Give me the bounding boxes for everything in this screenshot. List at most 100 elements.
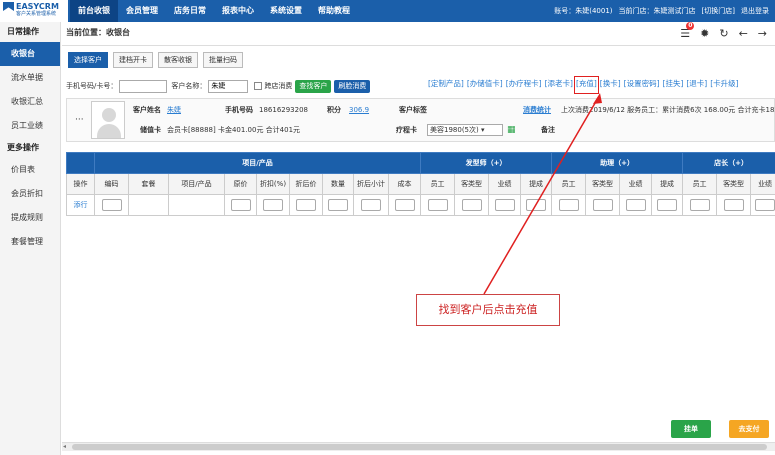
subtotal-input[interactable] <box>361 199 381 211</box>
group-stylist[interactable]: 发型师（+） <box>420 152 553 174</box>
customer-name-link[interactable]: 朱婕 <box>167 101 181 119</box>
code-input[interactable] <box>101 199 122 211</box>
back-arrow-icon[interactable]: ← <box>739 27 748 40</box>
user-info: 账号：朱婕(4001) 当前门店：朱婕测试门店 [切换门店] 退出登录 <box>554 0 769 22</box>
sidebar-item-price-list[interactable]: 价目表 <box>0 158 60 182</box>
horizontal-scrollbar[interactable]: ◂ <box>62 442 775 451</box>
link-open-stored-card[interactable]: [办储值卡] <box>467 78 503 92</box>
link-report-loss[interactable]: [挂失] <box>663 78 684 92</box>
forward-arrow-icon[interactable]: → <box>758 27 767 40</box>
nav-cashier[interactable]: 前台收银 <box>70 0 118 22</box>
group-assistant[interactable]: 助理（+） <box>551 152 684 174</box>
cashier-tabs: 选择客户 建档开卡 散客收银 批量扫码 <box>68 52 243 68</box>
notification-count: 0 <box>686 21 695 30</box>
course-card-add-icon[interactable]: ▦ <box>507 121 516 139</box>
manager-staff-input[interactable] <box>689 199 710 211</box>
assistant-staff-input[interactable] <box>558 199 579 211</box>
link-recharge[interactable]: [充值] <box>573 76 599 94</box>
nav-help[interactable]: 帮助教程 <box>310 0 358 22</box>
checkout-button[interactable]: 去支付 <box>729 420 769 438</box>
group-blank <box>66 152 95 174</box>
original-price-input[interactable] <box>230 199 251 211</box>
logo: EASYCRM 客户关系管理系统 <box>0 0 68 22</box>
toolbar-icons: ☰ 0 ✹ ↻ ← → <box>680 21 767 41</box>
tab-select-customer[interactable]: 选择客户 <box>68 52 108 68</box>
item-cell[interactable] <box>168 194 225 216</box>
refresh-icon[interactable]: ↻ <box>719 27 728 40</box>
group-item-product: 项目/产品 <box>93 152 422 174</box>
divider <box>62 45 775 46</box>
discounted-price-input[interactable] <box>296 199 316 211</box>
sidebar-item-member-discount[interactable]: 会员折扣 <box>0 182 60 206</box>
assistant-customer-type-input[interactable] <box>592 199 613 211</box>
sidebar-item-package-management[interactable]: 套餐管理 <box>0 230 60 254</box>
col-subtotal: 折后小计 <box>353 173 389 195</box>
sidebar-item-flow-bills[interactable]: 流水单据 <box>0 66 60 90</box>
find-customer-button[interactable]: 查找客户 <box>295 79 332 93</box>
course-card-select[interactable]: 美容1980(5次) ▾ <box>427 124 503 136</box>
stored-card-label: 储值卡 <box>140 126 161 134</box>
assistant-performance-input[interactable] <box>625 199 646 211</box>
link-add-old-card[interactable]: [添老卡] <box>545 78 573 92</box>
customer-name-input[interactable] <box>208 79 249 93</box>
phone-value: 18616293208 <box>259 106 308 114</box>
cross-store-label: 跨店消费 <box>264 82 293 90</box>
link-open-course-card[interactable]: [办疗程卡] <box>506 78 542 92</box>
gear-icon[interactable]: ✹ <box>700 27 709 40</box>
nav-reports[interactable]: 报表中心 <box>214 0 262 22</box>
nav-settings[interactable]: 系统设置 <box>262 0 310 22</box>
quantity-input[interactable] <box>328 199 348 211</box>
logout-link[interactable]: 退出登录 <box>741 0 769 22</box>
sidebar-item-cashier[interactable]: 收银台 <box>0 42 60 66</box>
discount-input[interactable] <box>263 199 283 211</box>
link-return-card[interactable]: [退卡] <box>686 78 707 92</box>
stylist-performance-input[interactable] <box>494 199 515 211</box>
stylist-commission-input[interactable] <box>526 199 547 211</box>
col-manager-staff: 员工 <box>682 173 718 195</box>
tab-create-card[interactable]: 建档开卡 <box>113 52 153 68</box>
account-label: 账号：朱婕(4001) <box>554 7 613 15</box>
link-set-password[interactable]: [设置密码] <box>624 78 660 92</box>
main-content: 当前位置：收银台 ☰ 0 ✹ ↻ ← → 选择客户 建档开卡 散客收银 批量扫码 … <box>62 21 775 455</box>
scroll-left-icon[interactable]: ◂ <box>63 443 66 450</box>
nav-members[interactable]: 会员管理 <box>118 0 166 22</box>
hold-order-button[interactable]: 挂单 <box>671 420 711 438</box>
phone-label: 手机号码 <box>225 106 253 114</box>
consumption-stats-link[interactable]: 消费统计 <box>523 101 551 119</box>
cost-input[interactable] <box>394 199 415 211</box>
stylist-staff-input[interactable] <box>427 199 448 211</box>
col-manager-performance: 业绩 <box>750 173 775 195</box>
sidebar-item-staff-performance[interactable]: 员工业绩 <box>0 114 60 138</box>
points-value[interactable]: 306.9 <box>349 101 369 119</box>
grid-group-header: 项目/产品 发型师（+） 助理（+） 店长（+） <box>66 152 775 174</box>
link-upgrade-card[interactable]: [卡升级] <box>710 78 738 92</box>
assistant-commission-input[interactable] <box>657 199 678 211</box>
course-card-selected: 美容1980(5次) <box>430 126 479 134</box>
col-assistant-commission: 提成 <box>651 173 684 195</box>
more-dots[interactable]: ··· <box>75 115 84 125</box>
link-custom-product[interactable]: [定制产品] <box>428 78 464 92</box>
face-pay-button[interactable]: 刷脸消费 <box>334 79 371 93</box>
points-label: 积分 <box>327 106 341 114</box>
phone-input[interactable] <box>119 79 168 93</box>
cross-store-checkbox[interactable] <box>254 82 263 90</box>
scrollbar-thumb[interactable] <box>72 444 767 450</box>
col-original-price: 原价 <box>224 173 257 195</box>
switch-store-link[interactable]: [切换门店] <box>702 0 735 22</box>
sidebar-item-cash-summary[interactable]: 收银汇总 <box>0 90 60 114</box>
tab-walkin-cashier[interactable]: 散客收银 <box>158 52 198 68</box>
tab-batch-scan[interactable]: 批量扫码 <box>203 52 243 68</box>
group-manager[interactable]: 店长（+） <box>682 152 775 174</box>
col-package: 套餐 <box>128 173 169 195</box>
manager-performance-input[interactable] <box>755 199 775 211</box>
link-change-card[interactable]: [换卡] <box>600 78 621 92</box>
order-grid: 项目/产品 发型师（+） 助理（+） 店长（+） 操作 编码 套餐 项目/产品 … <box>66 152 775 216</box>
add-row-link[interactable]: 添行 <box>74 201 88 209</box>
top-bar: EASYCRM 客户关系管理系统 前台收银 会员管理 店务日常 报表中心 系统设… <box>0 0 775 22</box>
manager-customer-type-input[interactable] <box>723 199 744 211</box>
stylist-customer-type-input[interactable] <box>461 199 482 211</box>
col-assistant-performance: 业绩 <box>619 173 653 195</box>
notification-icon[interactable]: ☰ 0 <box>680 21 695 40</box>
nav-store-daily[interactable]: 店务日常 <box>166 0 214 22</box>
sidebar-item-commission-rules[interactable]: 提成规则 <box>0 206 60 230</box>
